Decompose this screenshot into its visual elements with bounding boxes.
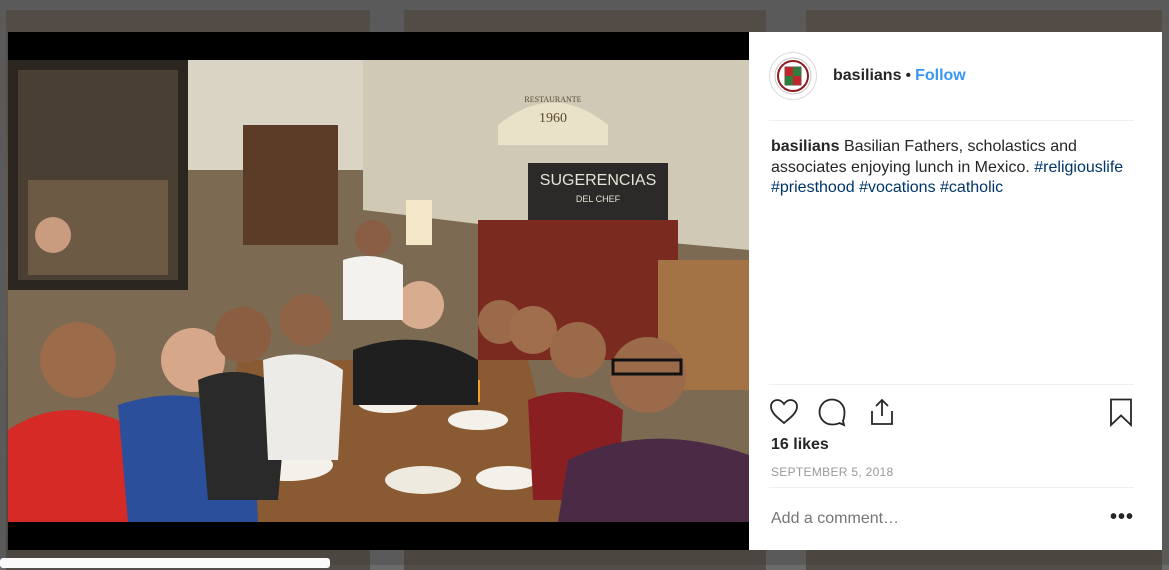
post-modal: 1960 RESTAURANTE SUGERENCIAS DEL CHEF ba… (8, 32, 1162, 550)
post-photo: 1960 RESTAURANTE SUGERENCIAS DEL CHEF (8, 60, 749, 522)
hashtag-link[interactable]: #religiouslife (1034, 159, 1123, 176)
chalkboard-title: SUGERENCIAS (540, 172, 656, 189)
sign-year: 1960 (539, 111, 567, 126)
post-header: basilians • Follow (769, 52, 1134, 121)
post-caption: basilians Basilian Fathers, scholastics … (771, 137, 1127, 199)
hashtag-link[interactable]: #catholic (940, 179, 1003, 196)
action-icons (769, 397, 1134, 427)
post-date[interactable]: SEPTEMBER 5, 2018 (771, 465, 894, 479)
bookmark-icon[interactable] (1106, 397, 1136, 427)
chalkboard-subtitle: DEL CHEF (576, 194, 621, 204)
share-icon[interactable] (867, 397, 897, 427)
separator-dot: • (905, 67, 912, 84)
bottom-bar-fragment (0, 558, 330, 568)
avatar[interactable] (769, 52, 817, 100)
post-username[interactable]: basilians (833, 67, 901, 85)
post-media[interactable]: 1960 RESTAURANTE SUGERENCIAS DEL CHEF (8, 32, 749, 550)
likes-count[interactable]: 16 likes (771, 436, 829, 454)
caption-username[interactable]: basilians (771, 138, 839, 155)
more-options-icon[interactable]: ••• (1110, 506, 1134, 529)
comment-input[interactable] (771, 510, 1071, 528)
comment-icon[interactable] (817, 397, 847, 427)
follow-button[interactable]: Follow (915, 67, 966, 85)
sign-restaurante: RESTAURANTE (524, 95, 581, 104)
post-sidebar: basilians • Follow basilians Basilian Fa… (749, 32, 1162, 550)
basilian-crest-icon (774, 57, 812, 95)
heart-icon[interactable] (769, 397, 799, 427)
hashtag-link[interactable]: #vocations (859, 179, 936, 196)
comment-bar: ••• (769, 487, 1134, 551)
hashtag-link[interactable]: #priesthood (771, 179, 855, 196)
